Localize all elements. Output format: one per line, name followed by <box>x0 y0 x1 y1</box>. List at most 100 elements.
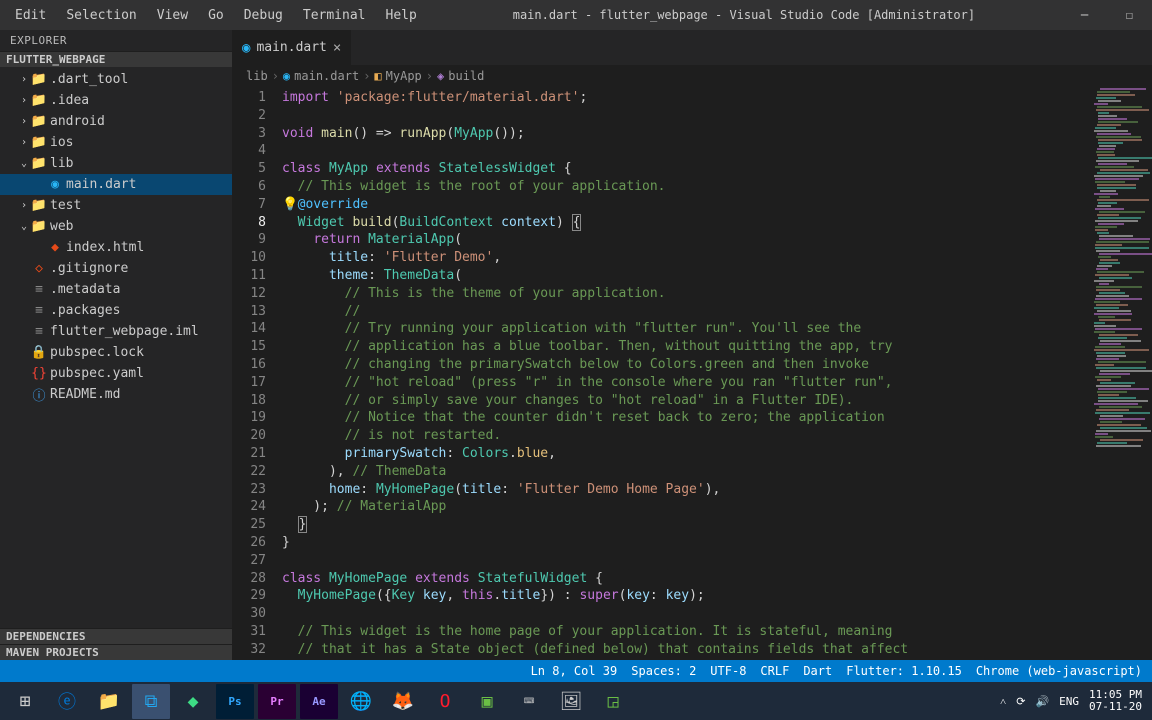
tab-main-dart[interactable]: ◉ main.dart × <box>232 30 352 65</box>
project-header[interactable]: FLUTTER_WEBPAGE <box>0 51 232 67</box>
code-line[interactable]: import 'package:flutter/material.dart'; <box>282 89 1152 107</box>
tray-chevron-icon[interactable]: ˄ <box>1000 695 1006 708</box>
status-flutter[interactable]: Flutter: 1.10.15 <box>846 664 962 678</box>
code-line[interactable] <box>282 107 1152 125</box>
code-line[interactable]: return MaterialApp( <box>282 231 1152 249</box>
crumb-method[interactable]: build <box>448 69 484 83</box>
code-line[interactable]: // is not restarted. <box>282 427 1152 445</box>
tree-item-web[interactable]: ⌄📁web <box>0 216 232 237</box>
tray-volume-icon[interactable]: 🔊 <box>1035 695 1049 708</box>
code-line[interactable]: // changing the primarySwatch below to C… <box>282 356 1152 374</box>
code-line[interactable] <box>282 552 1152 570</box>
code-line[interactable]: class MyApp extends StatelessWidget { <box>282 160 1152 178</box>
android-studio-icon[interactable]: ◆ <box>174 684 212 719</box>
tree-item--metadata[interactable]: ≡.metadata <box>0 279 232 300</box>
menu-edit[interactable]: Edit <box>6 5 55 26</box>
tree-item-index-html[interactable]: ◆index.html <box>0 237 232 258</box>
firefox-icon[interactable]: 🦊 <box>384 684 422 719</box>
code-line[interactable]: // This widget is the root of your appli… <box>282 178 1152 196</box>
code-line[interactable]: // This is the theme of your application… <box>282 285 1152 303</box>
app-icon[interactable]: ◲ <box>594 684 632 719</box>
tray-sync-icon[interactable]: ⟳ <box>1016 695 1025 708</box>
tree-item-lib[interactable]: ⌄📁lib <box>0 153 232 174</box>
code-line[interactable] <box>282 142 1152 160</box>
tray-lang[interactable]: ENG <box>1059 695 1079 708</box>
chrome-icon[interactable]: 🌐 <box>342 684 380 719</box>
tree-item-pubspec-lock[interactable]: 🔒pubspec.lock <box>0 342 232 363</box>
code-line[interactable]: MyHomePage({Key key, this.title}) : supe… <box>282 587 1152 605</box>
task-view-icon[interactable]: ⊞ <box>6 684 44 719</box>
code-line[interactable] <box>282 605 1152 623</box>
tree-label: .dart_tool <box>48 72 128 87</box>
terminal-icon[interactable]: ⌨ <box>510 684 548 719</box>
code-line[interactable]: theme: ThemeData( <box>282 267 1152 285</box>
breadcrumbs[interactable]: lib › ◉ main.dart › ◧ MyApp › ◈ build <box>232 65 1152 87</box>
tree-item-ios[interactable]: ›📁ios <box>0 132 232 153</box>
status-device[interactable]: Chrome (web-javascript) <box>976 664 1142 678</box>
code-editor[interactable]: 1234567891011121314151617181920212223242… <box>232 87 1152 660</box>
code-line[interactable]: // This widget is the home page of your … <box>282 623 1152 641</box>
code-line[interactable]: // <box>282 303 1152 321</box>
code-line[interactable]: // Try running your application with "fl… <box>282 320 1152 338</box>
code-line[interactable]: 💡 @override <box>282 196 1152 214</box>
tree-item-flutter_webpage-iml[interactable]: ≡flutter_webpage.iml <box>0 321 232 342</box>
code-line[interactable]: // "hot reload" (press "r" in the consol… <box>282 374 1152 392</box>
after-effects-icon[interactable]: Ae <box>300 684 338 719</box>
menu-terminal[interactable]: Terminal <box>294 5 375 26</box>
status-spaces[interactable]: Spaces: 2 <box>631 664 696 678</box>
tree-item-android[interactable]: ›📁android <box>0 111 232 132</box>
code-line[interactable]: ), // ThemeData <box>282 463 1152 481</box>
menu-go[interactable]: Go <box>199 5 233 26</box>
code-line[interactable]: class MyHomePage extends StatefulWidget … <box>282 570 1152 588</box>
edge-icon[interactable]: ⓔ <box>48 684 86 719</box>
code-line[interactable]: // application has a blue toolbar. Then,… <box>282 338 1152 356</box>
status-eol[interactable]: CRLF <box>760 664 789 678</box>
code-line[interactable]: home: MyHomePage(title: 'Flutter Demo Ho… <box>282 481 1152 499</box>
minimize-button[interactable]: ─ <box>1062 0 1107 30</box>
menu-debug[interactable]: Debug <box>235 5 292 26</box>
panel-maven[interactable]: MAVEN PROJECTS <box>0 644 232 660</box>
tree-item-pubspec-yaml[interactable]: {}pubspec.yaml <box>0 363 232 384</box>
code-line[interactable]: } <box>282 534 1152 552</box>
menu-help[interactable]: Help <box>377 5 426 26</box>
file-explorer-icon[interactable]: 📁 <box>90 684 128 719</box>
photoshop-icon[interactable]: Ps <box>216 684 254 719</box>
status-position[interactable]: Ln 8, Col 39 <box>531 664 618 678</box>
crumb-lib[interactable]: lib <box>246 69 268 83</box>
tree-item--packages[interactable]: ≡.packages <box>0 300 232 321</box>
tree-label: .metadata <box>48 282 120 297</box>
vscode-icon[interactable]: ⧉ <box>132 684 170 719</box>
code-line[interactable]: // that it has a State object (defined b… <box>282 641 1152 659</box>
tree-item-test[interactable]: ›📁test <box>0 195 232 216</box>
maximize-button[interactable]: ☐ <box>1107 0 1152 30</box>
code-line[interactable]: // or simply save your changes to "hot r… <box>282 392 1152 410</box>
crumb-class[interactable]: MyApp <box>386 69 422 83</box>
menu-view[interactable]: View <box>148 5 197 26</box>
camtasia-icon[interactable]: ▣ <box>468 684 506 719</box>
tree-item--dart_tool[interactable]: ›📁.dart_tool <box>0 69 232 90</box>
code-line[interactable]: // Notice that the counter didn't reset … <box>282 409 1152 427</box>
code-line[interactable]: } <box>282 516 1152 534</box>
tree-item--gitignore[interactable]: ◇.gitignore <box>0 258 232 279</box>
tray-clock[interactable]: 11:05 PM 07-11-20 <box>1089 689 1142 713</box>
code-line[interactable]: title: 'Flutter Demo', <box>282 249 1152 267</box>
code-line[interactable]: ); // MaterialApp <box>282 498 1152 516</box>
minimap[interactable] <box>1092 87 1152 660</box>
line-number: 13 <box>232 303 266 321</box>
photos-icon[interactable]: 🖼 <box>552 684 590 719</box>
close-icon[interactable]: × <box>333 40 341 56</box>
tree-item-README-md[interactable]: ⓘREADME.md <box>0 384 232 405</box>
code-line[interactable]: primarySwatch: Colors.blue, <box>282 445 1152 463</box>
opera-icon[interactable]: O <box>426 684 464 719</box>
code-line[interactable]: void main() => runApp(MyApp()); <box>282 125 1152 143</box>
code-content[interactable]: import 'package:flutter/material.dart'; v… <box>282 87 1152 660</box>
menu-selection[interactable]: Selection <box>57 5 145 26</box>
crumb-file[interactable]: main.dart <box>294 69 359 83</box>
panel-dependencies[interactable]: DEPENDENCIES <box>0 628 232 644</box>
premiere-icon[interactable]: Pr <box>258 684 296 719</box>
status-encoding[interactable]: UTF-8 <box>710 664 746 678</box>
tree-item--idea[interactable]: ›📁.idea <box>0 90 232 111</box>
tree-item-main-dart[interactable]: ◉main.dart <box>0 174 232 195</box>
status-lang[interactable]: Dart <box>803 664 832 678</box>
code-line[interactable]: Widget build(BuildContext context) { <box>282 214 1152 232</box>
